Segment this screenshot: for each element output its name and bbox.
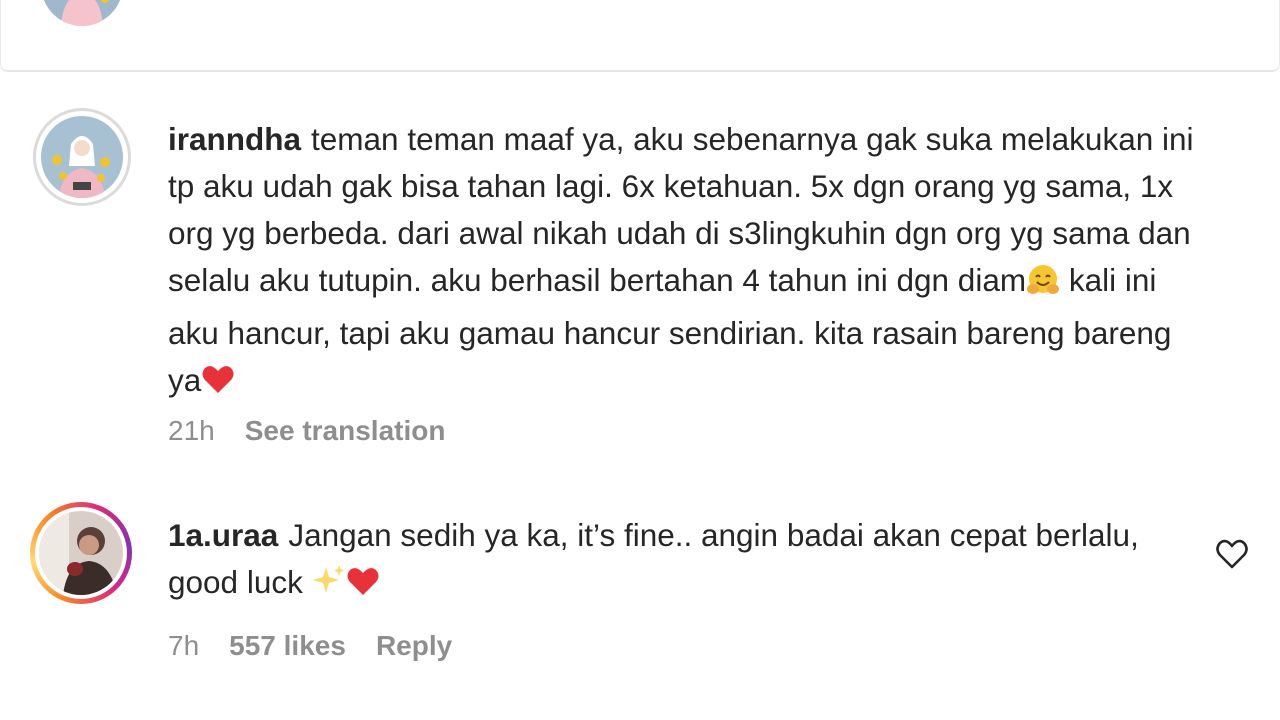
comment-meta: 7h 557 likes Reply bbox=[168, 629, 482, 663]
avatar[interactable] bbox=[30, 502, 132, 604]
avatar-image bbox=[43, 0, 121, 26]
like-button[interactable] bbox=[1214, 536, 1250, 572]
comment-time: 7h bbox=[168, 630, 200, 661]
avatar[interactable] bbox=[33, 108, 131, 206]
comment-time: 21h bbox=[168, 415, 215, 446]
red-heart-icon bbox=[201, 361, 235, 408]
comment-username[interactable]: 1a.uraa bbox=[168, 517, 278, 553]
red-heart-icon bbox=[346, 563, 380, 610]
reply-button[interactable]: Reply bbox=[376, 630, 452, 661]
comment-body: 1a.uraa Jangan sedih ya ka, it’s fine.. a… bbox=[168, 512, 1198, 610]
see-translation-link[interactable]: See translation bbox=[245, 415, 446, 446]
avatar-image bbox=[41, 116, 123, 198]
sparkles-icon bbox=[312, 563, 346, 610]
comments-page: iranndha iranndhateman tem bbox=[0, 0, 1280, 720]
avatar[interactable] bbox=[41, 0, 123, 26]
comment-meta: 21h See translation bbox=[168, 414, 475, 448]
heart-outline-icon bbox=[1216, 539, 1248, 569]
likes-count[interactable]: 557 likes bbox=[229, 630, 346, 661]
comment-body: iranndha teman teman maaf ya, aku sebenar… bbox=[168, 116, 1208, 408]
avatar-image bbox=[35, 507, 127, 599]
comment-username[interactable]: iranndha bbox=[168, 121, 301, 157]
post-header-card: iranndha bbox=[0, 0, 1280, 72]
hugging-face-icon bbox=[1026, 263, 1060, 310]
